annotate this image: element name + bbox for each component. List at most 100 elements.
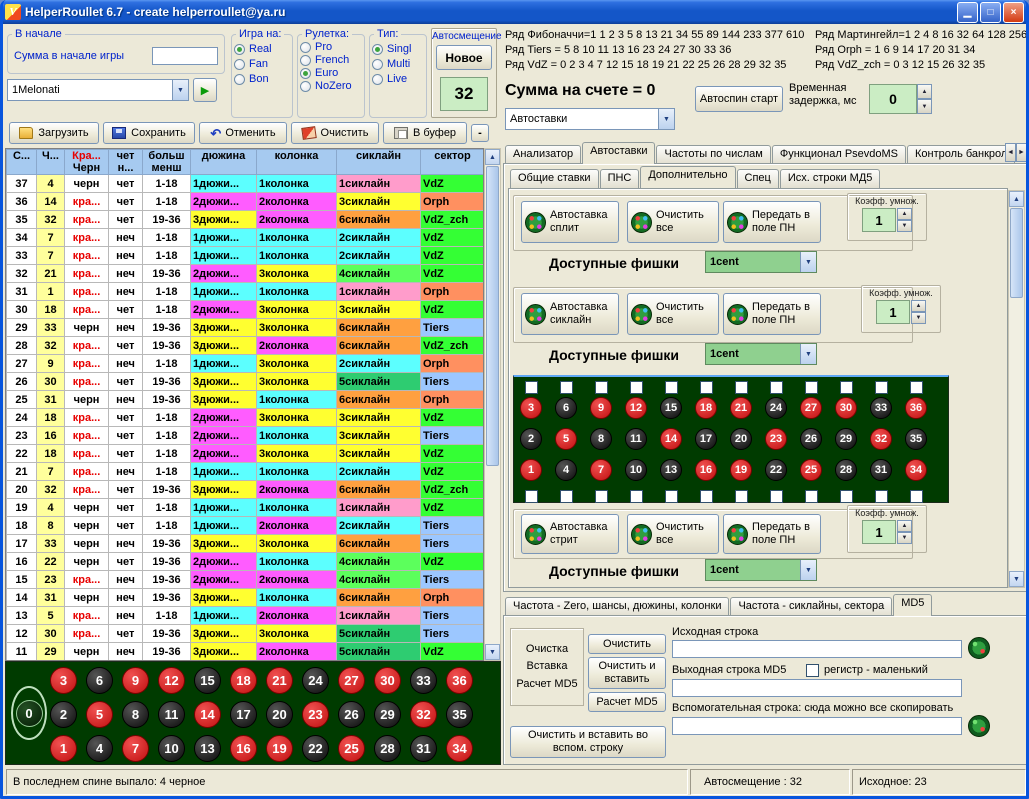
bet-checkbox[interactable] <box>665 490 678 503</box>
coef-up-icon[interactable]: ▲ <box>897 208 912 220</box>
bottom-tab-md5[interactable]: MD5 <box>893 594 932 616</box>
bet-checkbox[interactable] <box>910 490 923 503</box>
roulette-number-19[interactable]: 19 <box>730 459 752 481</box>
roulette-number-20[interactable]: 20 <box>730 428 752 450</box>
type-option-Multi[interactable]: Multi <box>372 58 424 70</box>
radio-icon[interactable] <box>234 59 245 70</box>
radio-icon[interactable] <box>372 44 383 55</box>
autospin-button[interactable]: Автоспин старт <box>695 86 783 112</box>
roulette-number-17[interactable]: 17 <box>695 428 717 450</box>
roulette-number-32[interactable]: 32 <box>410 701 437 728</box>
minimize-button[interactable]: ▁ <box>957 2 978 23</box>
roulette-number-34[interactable]: 34 <box>446 735 473 762</box>
roulette-number-11[interactable]: 11 <box>625 428 647 450</box>
save-button[interactable]: Сохранить <box>103 122 195 144</box>
subtab-спец[interactable]: Спец <box>737 169 779 188</box>
roulette-number-28[interactable]: 28 <box>835 459 857 481</box>
transfer-button-2[interactable]: Передать в поле ПН <box>723 293 821 335</box>
panel-scrollbar[interactable]: ▲ ▼ <box>1008 190 1025 588</box>
undo-button[interactable]: ↶Отменить <box>199 122 287 144</box>
coef-up-icon[interactable]: ▲ <box>897 520 912 532</box>
radio-icon[interactable] <box>300 81 311 92</box>
chevron-down-icon[interactable]: ▼ <box>800 560 816 580</box>
start-sum-input[interactable] <box>152 47 218 65</box>
table-row[interactable]: 1230кра...чет19-363дюжи...3колонка5сикла… <box>7 625 485 643</box>
roulette-number-4[interactable]: 4 <box>86 735 113 762</box>
load-button[interactable]: Загрузить <box>9 122 99 144</box>
table-scroll-thumb[interactable] <box>486 166 499 466</box>
roulette-number-2[interactable]: 2 <box>520 428 542 450</box>
tab-scroll-right-icon[interactable]: ► <box>1016 143 1027 162</box>
coef-down-icon[interactable]: ▼ <box>911 312 926 324</box>
table-row[interactable]: 2316кра...чет1-182дюжи...1колонка3сиклай… <box>7 427 485 445</box>
roulette-number-13[interactable]: 13 <box>194 735 221 762</box>
roulette-number-21[interactable]: 21 <box>730 397 752 419</box>
roulette-number-26[interactable]: 26 <box>338 701 365 728</box>
tab-scroll-left-icon[interactable]: ◄ <box>1005 143 1016 162</box>
bet-checkbox[interactable] <box>840 381 853 394</box>
roulette-number-35[interactable]: 35 <box>905 428 927 450</box>
radio-icon[interactable] <box>234 74 245 85</box>
roulette-number-26[interactable]: 26 <box>800 428 822 450</box>
roulette-number-16[interactable]: 16 <box>695 459 717 481</box>
bet-checkbox[interactable] <box>525 381 538 394</box>
delay-down-icon[interactable]: ▼ <box>917 99 932 114</box>
roulette-number-3[interactable]: 3 <box>520 397 542 419</box>
table-row[interactable]: 135кра...неч1-181дюжи...2колонка1сиклайн… <box>7 607 485 625</box>
roulette-number-31[interactable]: 31 <box>410 735 437 762</box>
scroll-up-icon[interactable]: ▲ <box>485 149 500 165</box>
scroll-up-icon[interactable]: ▲ <box>1009 191 1024 207</box>
close-button[interactable]: × <box>1003 2 1024 23</box>
table-scrollbar[interactable]: ▲ ▼ <box>484 148 501 661</box>
roulette-number-23[interactable]: 23 <box>302 701 329 728</box>
roulette-number-7[interactable]: 7 <box>122 735 149 762</box>
roulette-number-2[interactable]: 2 <box>50 701 77 728</box>
roulette-number-30[interactable]: 30 <box>835 397 857 419</box>
md5-output-input[interactable] <box>672 679 962 697</box>
table-row[interactable]: 1523кра...неч19-362дюжи...2колонка4сикла… <box>7 571 485 589</box>
main-tab-автоставки[interactable]: Автоставки <box>582 142 655 164</box>
wheel-option-French[interactable]: French <box>300 54 362 66</box>
bet-checkbox[interactable] <box>735 381 748 394</box>
md5-aux-input[interactable] <box>672 717 962 735</box>
panel-scroll-thumb[interactable] <box>1010 208 1023 298</box>
chevron-down-icon[interactable]: ▼ <box>800 252 816 272</box>
table-row[interactable]: 2531черннеч19-363дюжи...1колонка6сиклайн… <box>7 391 485 409</box>
table-row[interactable]: 2418кра...чет1-182дюжи...3колонка3сиклай… <box>7 409 485 427</box>
roulette-number-9[interactable]: 9 <box>590 397 612 419</box>
type-option-Live[interactable]: Live <box>372 73 424 85</box>
bet-checkbox[interactable] <box>595 381 608 394</box>
md5-clear-paste-button[interactable]: Очистить и вставить <box>588 657 666 689</box>
radio-icon[interactable] <box>300 55 311 66</box>
tab-scroll-control[interactable]: ◄ ► <box>1005 143 1027 162</box>
bet-checkbox[interactable] <box>700 490 713 503</box>
table-row[interactable]: 2032кра...чет19-363дюжи...2колонка6сикла… <box>7 481 485 499</box>
table-row[interactable]: 337кра...неч1-181дюжи...1колонка2сиклайн… <box>7 247 485 265</box>
chips-combo-3[interactable]: 1cent ▼ <box>705 559 817 581</box>
subtab-исх-строки-мд5[interactable]: Исх. строки МД5 <box>780 169 881 188</box>
bet-checkbox[interactable] <box>770 490 783 503</box>
roulette-number-0[interactable]: 0 <box>16 700 43 727</box>
title-bar[interactable]: V HelperRoullet 6.7 - create helperroull… <box>0 0 1029 24</box>
bet-checkbox[interactable] <box>560 490 573 503</box>
table-row[interactable]: 3018кра...чет1-182дюжи...3колонка3сиклай… <box>7 301 485 319</box>
md5-aux-chip-button[interactable] <box>968 715 990 737</box>
autobet-sixline-button[interactable]: Автоставка сиклайн <box>521 293 619 335</box>
chevron-down-icon[interactable]: ▼ <box>658 109 674 129</box>
roulette-number-10[interactable]: 10 <box>158 735 185 762</box>
roulette-number-20[interactable]: 20 <box>266 701 293 728</box>
autobet-street-button[interactable]: Автоставка стрит <box>521 514 619 554</box>
roulette-number-8[interactable]: 8 <box>122 701 149 728</box>
roulette-number-17[interactable]: 17 <box>230 701 257 728</box>
subtab-общие-ставки[interactable]: Общие ставки <box>510 169 599 188</box>
table-row[interactable]: 188чернчет1-181дюжи...2колонка2сиклайнTi… <box>7 517 485 535</box>
bet-checkbox[interactable] <box>735 490 748 503</box>
wheel-option-Pro[interactable]: Pro <box>300 41 362 53</box>
roulette-number-15[interactable]: 15 <box>660 397 682 419</box>
preset-combo[interactable]: 1Melonati ▼ <box>7 79 189 101</box>
roulette-number-6[interactable]: 6 <box>86 667 113 694</box>
roulette-number-34[interactable]: 34 <box>905 459 927 481</box>
table-row[interactable]: 1622чернчет19-362дюжи...1колонка4сиклайн… <box>7 553 485 571</box>
table-row[interactable]: 374чернчет1-181дюжи...1колонка1сиклайнVd… <box>7 175 485 193</box>
clear-all-button-3[interactable]: Очистить все <box>627 514 719 554</box>
